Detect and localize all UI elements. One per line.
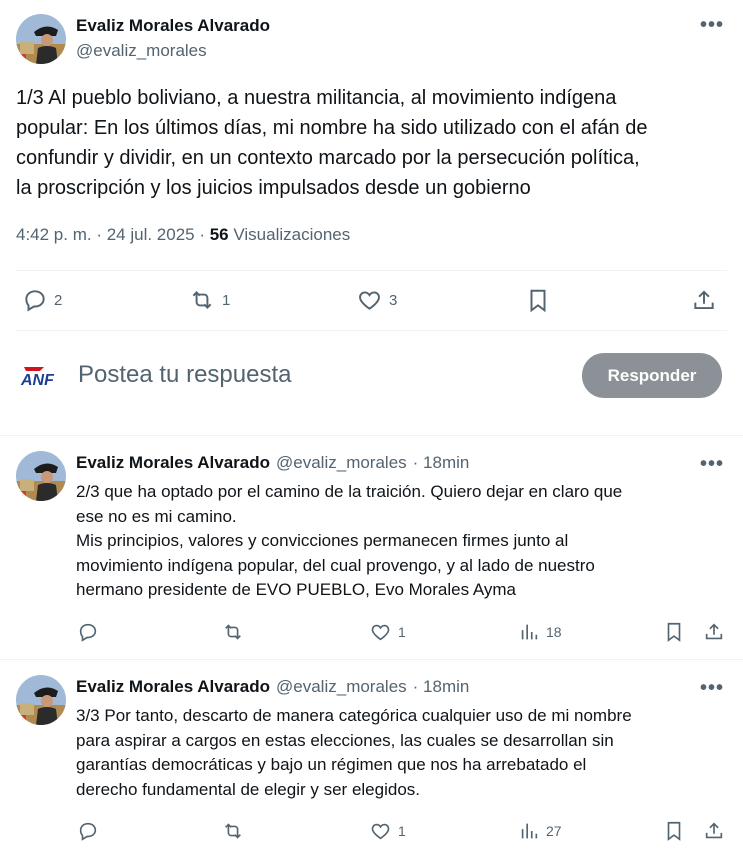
avatar[interactable] <box>16 14 66 64</box>
like-button[interactable]: 3 <box>356 287 397 313</box>
divider <box>16 330 727 331</box>
more-icon[interactable]: ••• <box>700 453 724 476</box>
repost-count: 1 <box>222 291 231 309</box>
divider <box>0 435 743 436</box>
bookmark-icon <box>667 622 681 642</box>
tweet-text-line: 1/3 Al pueblo boliviano, a nuestra milit… <box>16 87 617 109</box>
reply-icon <box>25 290 45 312</box>
tweet-text-line: la proscripción y los juicios impulsados… <box>16 177 531 199</box>
author-name[interactable]: Evaliz Morales Alvarado <box>76 16 270 36</box>
views-button[interactable]: 27 <box>518 820 562 842</box>
repost-button[interactable] <box>221 820 245 842</box>
reply-text-line: movimiento indígena popular, del cual pr… <box>76 555 595 575</box>
divider <box>0 659 743 660</box>
reply-text: 2/3 que ha optado por el camino de la tr… <box>76 480 726 603</box>
more-icon[interactable]: ••• <box>700 14 724 37</box>
avatar[interactable] <box>16 451 66 501</box>
author-name[interactable]: Evaliz Morales Alvarado <box>76 453 270 473</box>
avatar-image <box>16 451 66 501</box>
respond-button[interactable]: Responder <box>582 353 722 398</box>
repost-button[interactable] <box>221 621 245 643</box>
reply-text-line: Mis principios, valores y convicciones p… <box>76 531 569 550</box>
reply-button[interactable]: 2 <box>22 287 62 313</box>
reply-header: Evaliz Morales Alvarado @evaliz_morales … <box>76 677 469 697</box>
views-icon <box>521 624 538 640</box>
reply-button[interactable] <box>77 621 99 643</box>
share-icon <box>705 822 723 839</box>
views-count: 56 <box>209 225 229 244</box>
author-name[interactable]: Evaliz Morales Alvarado <box>76 677 270 697</box>
reply-text-line: 3/3 Por tanto, descarto de manera categó… <box>76 706 632 725</box>
tweet-text-line: confundir y dividir, en un contexto marc… <box>16 147 640 169</box>
avatar[interactable] <box>16 675 66 725</box>
like-icon <box>359 291 380 310</box>
like-button[interactable]: 1 <box>369 820 406 842</box>
avatar-image <box>16 14 66 64</box>
share-button[interactable] <box>691 287 717 314</box>
repost-icon <box>192 291 212 309</box>
tweet-text: 1/3 Al pueblo boliviano, a nuestra milit… <box>16 83 731 203</box>
like-icon <box>371 624 390 641</box>
share-button[interactable] <box>703 621 725 643</box>
views-icon <box>521 823 538 839</box>
like-count: 3 <box>389 291 398 309</box>
bookmark-icon <box>667 821 681 841</box>
like-count: 1 <box>398 624 406 640</box>
bookmark-button[interactable] <box>525 287 551 314</box>
anf-logo-text: ANF <box>20 372 55 389</box>
reply-text: 3/3 Por tanto, descarto de manera categó… <box>76 704 726 802</box>
post-time[interactable]: · 18min <box>413 453 470 473</box>
more-icon[interactable]: ••• <box>700 677 724 700</box>
post-time[interactable]: · 18min <box>413 677 470 697</box>
bookmark-button[interactable] <box>663 820 685 842</box>
anf-logo: ANF <box>20 367 55 389</box>
views-count: 27 <box>546 823 562 839</box>
views-label: Visualizaciones <box>228 225 351 244</box>
timestamp[interactable]: 4:42 p. m. · 24 jul. 2025 · <box>16 225 210 244</box>
reply-input[interactable]: Postea tu respuesta <box>78 361 291 389</box>
bookmark-icon <box>530 289 546 313</box>
reply-text-line: para aspirar a cargos en estas eleccione… <box>76 730 614 750</box>
views-count: 18 <box>546 624 562 640</box>
composer-avatar[interactable]: ANF <box>20 363 62 394</box>
views-button[interactable]: 18 <box>518 621 562 643</box>
divider <box>16 270 727 271</box>
tweet-text-line: popular: En los últimos días, mi nombre … <box>16 117 648 139</box>
repost-icon <box>225 823 241 839</box>
reply-text-line: ese no es mi camino. <box>76 506 237 526</box>
like-button[interactable]: 1 <box>369 621 406 643</box>
like-count: 1 <box>398 823 406 839</box>
share-icon <box>705 623 723 640</box>
reply-icon <box>79 822 97 841</box>
share-button[interactable] <box>703 820 725 842</box>
share-icon <box>694 290 714 310</box>
reply-text-line: 2/3 que ha optado por el camino de la tr… <box>76 482 623 501</box>
tweet-meta: 4:42 p. m. · 24 jul. 2025 · 56 Visualiza… <box>16 225 350 245</box>
reply-button[interactable] <box>77 820 99 842</box>
like-icon <box>371 823 390 840</box>
reply-text-line: derecho fundamental de elegir y ser eleg… <box>76 779 420 799</box>
repost-icon <box>225 624 241 640</box>
avatar-image <box>16 675 66 725</box>
reply-text-line: garantías democráticas y bajo un régimen… <box>76 755 587 774</box>
reply-text-line: hermano presidente de EVO PUEBLO, Evo Mo… <box>76 580 517 599</box>
repost-button[interactable]: 1 <box>188 287 230 313</box>
reply-icon <box>79 623 97 642</box>
author-handle[interactable]: @evaliz_morales <box>76 41 207 61</box>
reply-header: Evaliz Morales Alvarado @evaliz_morales … <box>76 453 469 473</box>
bookmark-button[interactable] <box>663 621 685 643</box>
reply-count: 2 <box>54 291 63 309</box>
author-handle[interactable]: @evaliz_morales <box>276 453 407 473</box>
author-handle[interactable]: @evaliz_morales <box>276 677 407 697</box>
